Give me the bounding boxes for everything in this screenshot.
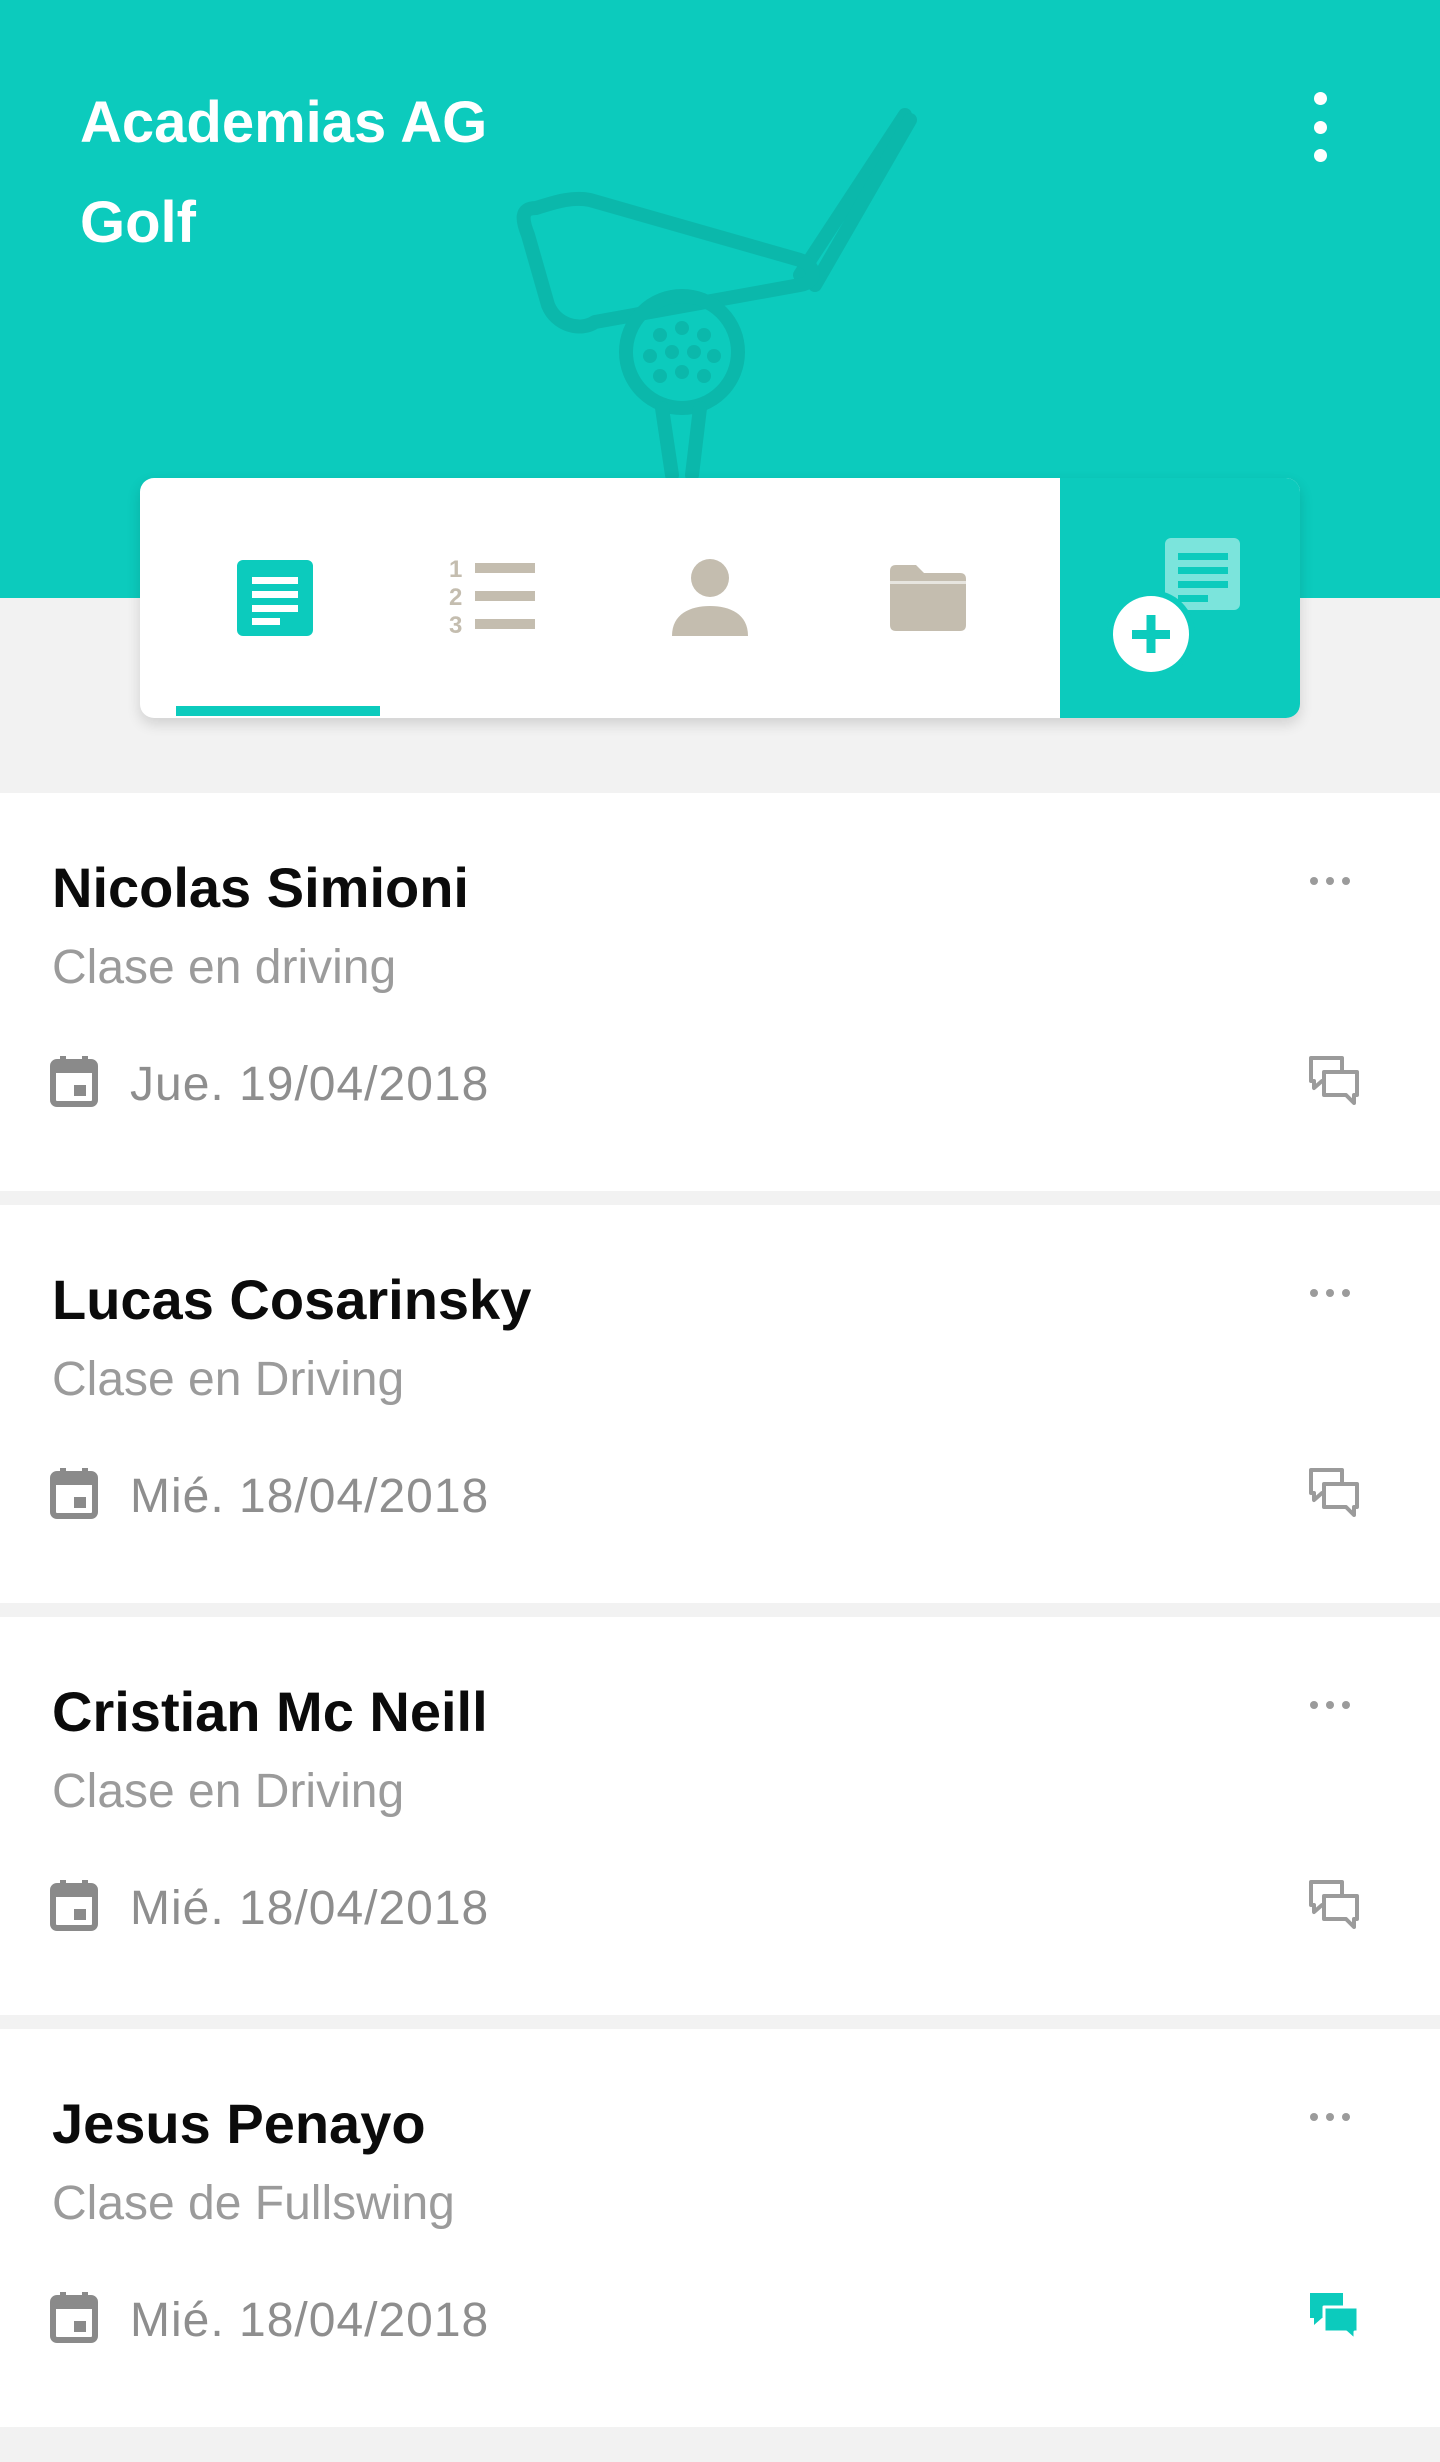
calendar-icon [50, 1468, 98, 1519]
tab-files[interactable] [828, 478, 1028, 718]
more-vert-icon[interactable] [1290, 92, 1350, 162]
tab-notes[interactable] [175, 478, 375, 718]
lesson-title: Clase en driving [52, 941, 397, 994]
active-tab-indicator [176, 706, 380, 716]
lesson-card[interactable]: Cristian Mc Neill Clase en Driving Mié. … [0, 1617, 1440, 2015]
more-horiz-icon[interactable] [1308, 1287, 1352, 1299]
golf-club-ball-icon [516, 108, 917, 482]
lesson-card[interactable]: Jesus Penayo Clase de Fullswing Mié. 18/… [0, 2029, 1440, 2427]
student-name: Cristian Mc Neill [52, 1680, 488, 1743]
tab-bar: 1 2 3 [140, 478, 1300, 718]
person-icon [672, 559, 748, 636]
lesson-date: Mié. 18/04/2018 [130, 1470, 490, 1523]
tab-profile[interactable] [610, 478, 810, 718]
comments-active-icon[interactable] [1308, 2291, 1360, 2343]
tab-list[interactable]: 1 2 3 [392, 478, 592, 718]
student-name: Nicolas Simioni [52, 856, 469, 919]
sport-title: Golf [80, 190, 196, 255]
svg-text:1: 1 [449, 556, 462, 583]
lesson-card[interactable]: Nicolas Simioni Clase en driving Jue. 19… [0, 793, 1440, 1191]
lesson-card[interactable]: Lucas Cosarinsky Clase en Driving Mié. 1… [0, 1205, 1440, 1603]
more-horiz-icon[interactable] [1308, 2111, 1352, 2123]
lesson-title: Clase en Driving [52, 1353, 405, 1406]
student-name: Lucas Cosarinsky [52, 1268, 532, 1331]
lesson-date: Jue. 19/04/2018 [130, 1058, 490, 1111]
calendar-icon [50, 2292, 98, 2343]
svg-text:2: 2 [449, 584, 462, 611]
numbered-list-icon: 1 2 3 [449, 556, 535, 639]
add-note-icon [1107, 538, 1240, 678]
lesson-title: Clase en Driving [52, 1765, 405, 1818]
menu-dot [1313, 120, 1327, 134]
lesson-date: Mié. 18/04/2018 [130, 2294, 490, 2347]
svg-text:3: 3 [449, 612, 462, 639]
comments-icon[interactable] [1308, 1055, 1360, 1107]
more-horiz-icon[interactable] [1308, 1699, 1352, 1711]
lesson-date: Mié. 18/04/2018 [130, 1882, 490, 1935]
comments-icon[interactable] [1308, 1879, 1360, 1931]
notes-icon [237, 560, 313, 636]
academy-title: Academias AG [80, 90, 488, 155]
add-note-button[interactable] [1060, 478, 1300, 718]
lesson-title: Clase de Fullswing [52, 2177, 455, 2230]
student-name: Jesus Penayo [52, 2092, 426, 2155]
menu-dot [1313, 149, 1327, 162]
more-horiz-icon[interactable] [1308, 875, 1352, 887]
menu-dot [1313, 92, 1327, 105]
calendar-icon [50, 1056, 98, 1107]
folder-icon [890, 565, 966, 631]
comments-icon[interactable] [1308, 1467, 1360, 1519]
calendar-icon [50, 1880, 98, 1931]
